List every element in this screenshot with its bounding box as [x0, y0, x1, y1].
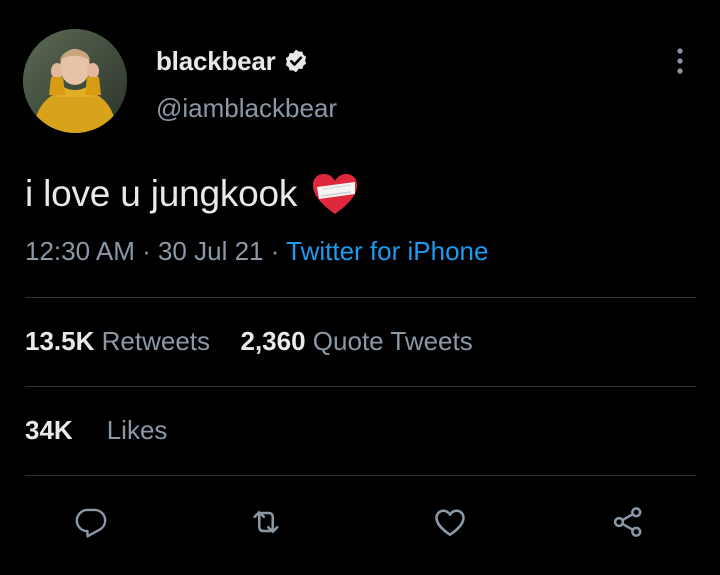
likes-count: 34K — [25, 415, 73, 445]
like-button[interactable] — [428, 500, 472, 544]
quotes-label: Quote Tweets — [312, 326, 473, 356]
tweet-text: i love u jungkook — [25, 170, 359, 218]
retweets-label: Retweets — [101, 326, 211, 356]
author-name-row[interactable]: blackbear — [156, 44, 309, 78]
retweet-stats-row: 13.5K Retweets 2,360 Quote Tweets — [25, 326, 473, 357]
likes-stats-row: 34K Likes — [25, 415, 167, 446]
meta-separator: · — [263, 236, 287, 266]
more-options-icon[interactable] — [666, 44, 694, 80]
display-name[interactable]: blackbear — [156, 46, 276, 77]
likes-stat[interactable]: 34K Likes — [25, 415, 167, 445]
avatar[interactable] — [23, 29, 127, 133]
verified-badge-icon — [283, 48, 309, 74]
avatar-photo — [23, 29, 127, 133]
quotes-count: 2,360 — [240, 326, 306, 356]
retweet-button[interactable] — [244, 500, 288, 544]
tweet-detail: blackbear @iamblackbear i love u jungkoo… — [0, 0, 720, 575]
author-handle[interactable]: @iamblackbear — [156, 93, 337, 124]
like-icon — [435, 509, 465, 537]
divider — [25, 386, 696, 387]
tweet-date[interactable]: 30 Jul 21 — [158, 236, 264, 266]
divider — [25, 297, 696, 298]
tweet-source-link[interactable]: Twitter for iPhone — [286, 236, 488, 266]
tweet-time[interactable]: 12:30 AM — [25, 236, 135, 266]
divider — [25, 475, 696, 476]
retweet-icon — [253, 510, 279, 534]
reply-button[interactable] — [69, 500, 113, 544]
share-button[interactable] — [606, 500, 650, 544]
retweets-stat[interactable]: 13.5K Retweets — [25, 326, 210, 356]
tweet-action-bar — [0, 500, 720, 546]
tweet-body: i love u jungkook — [25, 173, 298, 214]
bandaged-heart-emoji-icon — [311, 172, 359, 216]
share-icon — [613, 507, 642, 537]
likes-label: Likes — [106, 415, 168, 445]
retweets-count: 13.5K — [25, 326, 95, 356]
tweet-meta: 12:30 AM · 30 Jul 21 · Twitter for iPhon… — [25, 236, 488, 267]
meta-separator: · — [134, 236, 158, 266]
reply-icon — [75, 508, 107, 538]
quotes-stat[interactable]: 2,360 Quote Tweets — [240, 326, 472, 356]
